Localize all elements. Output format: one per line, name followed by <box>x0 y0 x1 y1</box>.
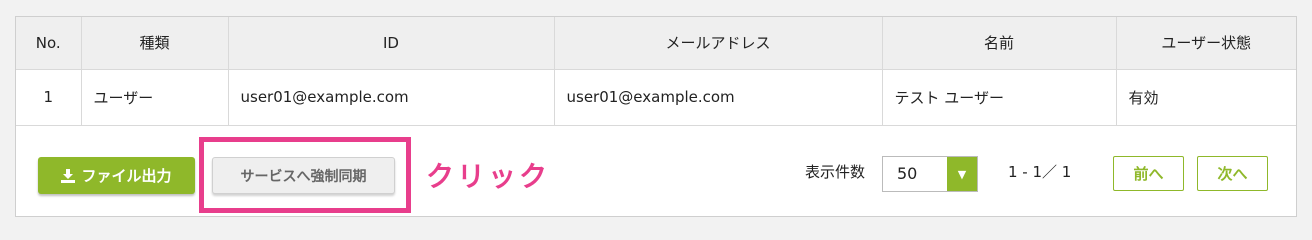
file-export-button[interactable]: ファイル出力 <box>38 157 195 194</box>
prev-page-button[interactable]: 前へ <box>1113 156 1184 191</box>
force-sync-button[interactable]: サービスへ強制同期 <box>212 157 395 194</box>
cell-no: 1 <box>16 69 82 126</box>
page-range: 1 - 1／ 1 <box>1008 163 1072 181</box>
cell-type: ユーザー <box>81 69 229 126</box>
table-footer: ファイル出力 サービスへ強制同期 クリック 表示件数 50 ▼ 1 - 1／ 1… <box>16 125 1296 217</box>
column-header-name[interactable]: 名前 <box>882 17 1117 70</box>
download-icon <box>61 168 76 183</box>
per-page-select[interactable]: 50 ▼ <box>882 156 978 192</box>
next-page-button[interactable]: 次へ <box>1197 156 1268 191</box>
user-table: No. 種類 ID メールアドレス 名前 ユーザー状態 1 ユーザー user0… <box>16 17 1296 126</box>
column-header-email[interactable]: メールアドレス <box>554 17 883 70</box>
column-header-type[interactable]: 種類 <box>81 17 229 70</box>
per-page-label: 表示件数 <box>805 163 866 181</box>
user-list-panel: No. 種類 ID メールアドレス 名前 ユーザー状態 1 ユーザー user0… <box>15 16 1297 217</box>
cell-email: user01@example.com <box>554 69 883 126</box>
file-export-label: ファイル出力 <box>81 167 172 185</box>
cell-id: user01@example.com <box>228 69 555 126</box>
column-header-no[interactable]: No. <box>16 17 82 70</box>
column-header-id[interactable]: ID <box>228 17 555 70</box>
click-annotation: クリック <box>426 160 551 193</box>
cell-status: 有効 <box>1116 69 1296 126</box>
table-row[interactable]: 1 ユーザー user01@example.com user01@example… <box>16 69 1296 126</box>
column-header-status[interactable]: ユーザー状態 <box>1116 17 1296 70</box>
cell-name: テスト ユーザー <box>882 69 1117 126</box>
dropdown-arrow-icon[interactable]: ▼ <box>947 157 977 191</box>
table-header-row: No. 種類 ID メールアドレス 名前 ユーザー状態 <box>16 17 1296 70</box>
per-page-value: 50 <box>897 164 918 183</box>
